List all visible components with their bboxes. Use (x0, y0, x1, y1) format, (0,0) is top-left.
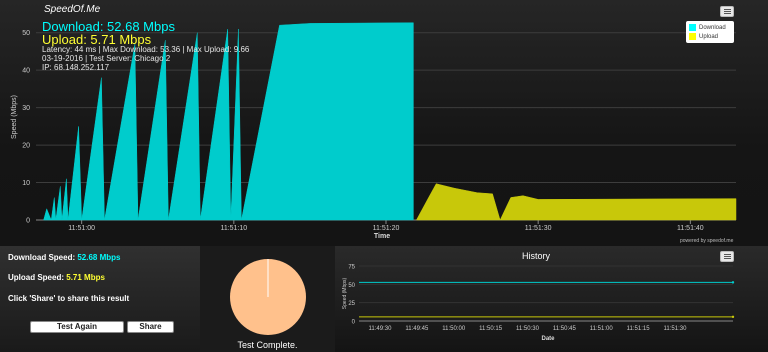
x-axis-title: Time (374, 233, 390, 240)
history-menu-button[interactable] (720, 251, 734, 262)
upload-speed-value: 5.71 Mbps (66, 273, 105, 282)
upload-speed-label: Upload Speed: (8, 273, 65, 282)
history-chart: 0 25 50 75 11:49:30 11:49:45 11:50:00 11:50:15 1… (342, 265, 735, 342)
ip-address-text: IP: 68.148.252.117 (42, 63, 110, 72)
download-speed-value: 52.68 Mbps (77, 253, 121, 262)
history-x-tick-label: 11:50:30 (516, 326, 540, 332)
x-tick-label: 11:51:30 (525, 225, 552, 232)
summary-panel: Download Speed: 52.68 Mbps Upload Speed:… (0, 246, 200, 352)
test-date-server-text: 03-19-2016 | Test Server: Chicago 2 (42, 54, 171, 63)
speed-chart-panel: 0 10 20 30 40 50 11:51:00 11:51:10 11:51:20 11:51… (0, 0, 768, 246)
history-x-tick-label: 11:51:00 (590, 326, 614, 332)
history-title: History (522, 251, 551, 261)
test-again-button[interactable]: Test Again (30, 321, 124, 333)
speedofme-app: 0 10 20 30 40 50 11:51:00 11:51:10 11:51:20 11:51… (0, 0, 768, 352)
area-series-upload (415, 183, 737, 221)
x-tick-label: 11:51:40 (677, 225, 704, 232)
legend-item-upload[interactable]: Upload (689, 33, 718, 40)
history-y-axis-title: Speed (Mbps) (342, 277, 348, 309)
app-title: SpeedOf.Me (44, 4, 101, 15)
history-point-download (731, 281, 735, 284)
y-tick-label: 10 (22, 180, 30, 187)
chart-menu-button[interactable] (720, 6, 734, 17)
x-tick-label: 11:51:20 (373, 225, 400, 232)
progress-panel (200, 246, 335, 352)
history-x-tick-label: 11:50:15 (479, 326, 503, 332)
y-tick-label: 20 (22, 143, 30, 150)
y-axis-title: Speed (Mbps) (11, 95, 18, 139)
history-x-tick-label: 11:49:30 (369, 326, 393, 332)
powered-by-link[interactable]: powered by speedof.me (680, 238, 733, 244)
download-speed-summary: Download Speed: 52.68 Mbps (8, 253, 121, 262)
chart-legend: Download Upload (686, 21, 734, 43)
progress-pie (230, 259, 306, 335)
history-x-tick-label: 11:51:30 (664, 326, 688, 332)
x-tick-label: 11:51:10 (220, 225, 247, 232)
share-hint-text: Click 'Share' to share this result (8, 294, 130, 303)
share-button[interactable]: Share (127, 321, 174, 333)
history-x-tick-label: 11:50:45 (553, 326, 577, 332)
history-x-axis-title: Date (541, 336, 555, 342)
history-x-tick-label: 11:49:45 (405, 326, 429, 332)
upload-speed-summary: Upload Speed: 5.71 Mbps (8, 273, 105, 282)
history-y-tick-label: 75 (348, 265, 355, 271)
download-speed-label: Download Speed: (8, 253, 76, 262)
legend-swatch-upload (689, 33, 696, 40)
y-tick-label: 0 (26, 218, 30, 225)
legend-item-download[interactable]: Download (689, 24, 726, 31)
latency-text: Latency: 44 ms | Max Download: 53.36 | M… (42, 45, 250, 54)
y-tick-label: 50 (22, 30, 30, 37)
y-tick-label: 40 (22, 68, 30, 75)
history-x-tick-label: 11:50:00 (442, 326, 466, 332)
y-tick-label: 30 (22, 105, 30, 112)
test-status-text: Test Complete. (237, 340, 298, 350)
x-tick-label: 11:51:00 (68, 225, 95, 232)
legend-swatch-download (689, 24, 696, 31)
history-panel: 0 25 50 75 11:49:30 11:49:45 11:50:00 11:50:15 1… (335, 246, 768, 352)
history-x-tick-label: 11:51:15 (627, 326, 651, 332)
history-point-upload (731, 315, 735, 319)
history-y-tick-label: 25 (348, 301, 355, 307)
legend-label-upload: Upload (699, 33, 719, 40)
history-y-tick-label: 50 (348, 283, 355, 289)
legend-label-download: Download (699, 24, 726, 31)
history-y-tick-label: 0 (352, 320, 356, 326)
